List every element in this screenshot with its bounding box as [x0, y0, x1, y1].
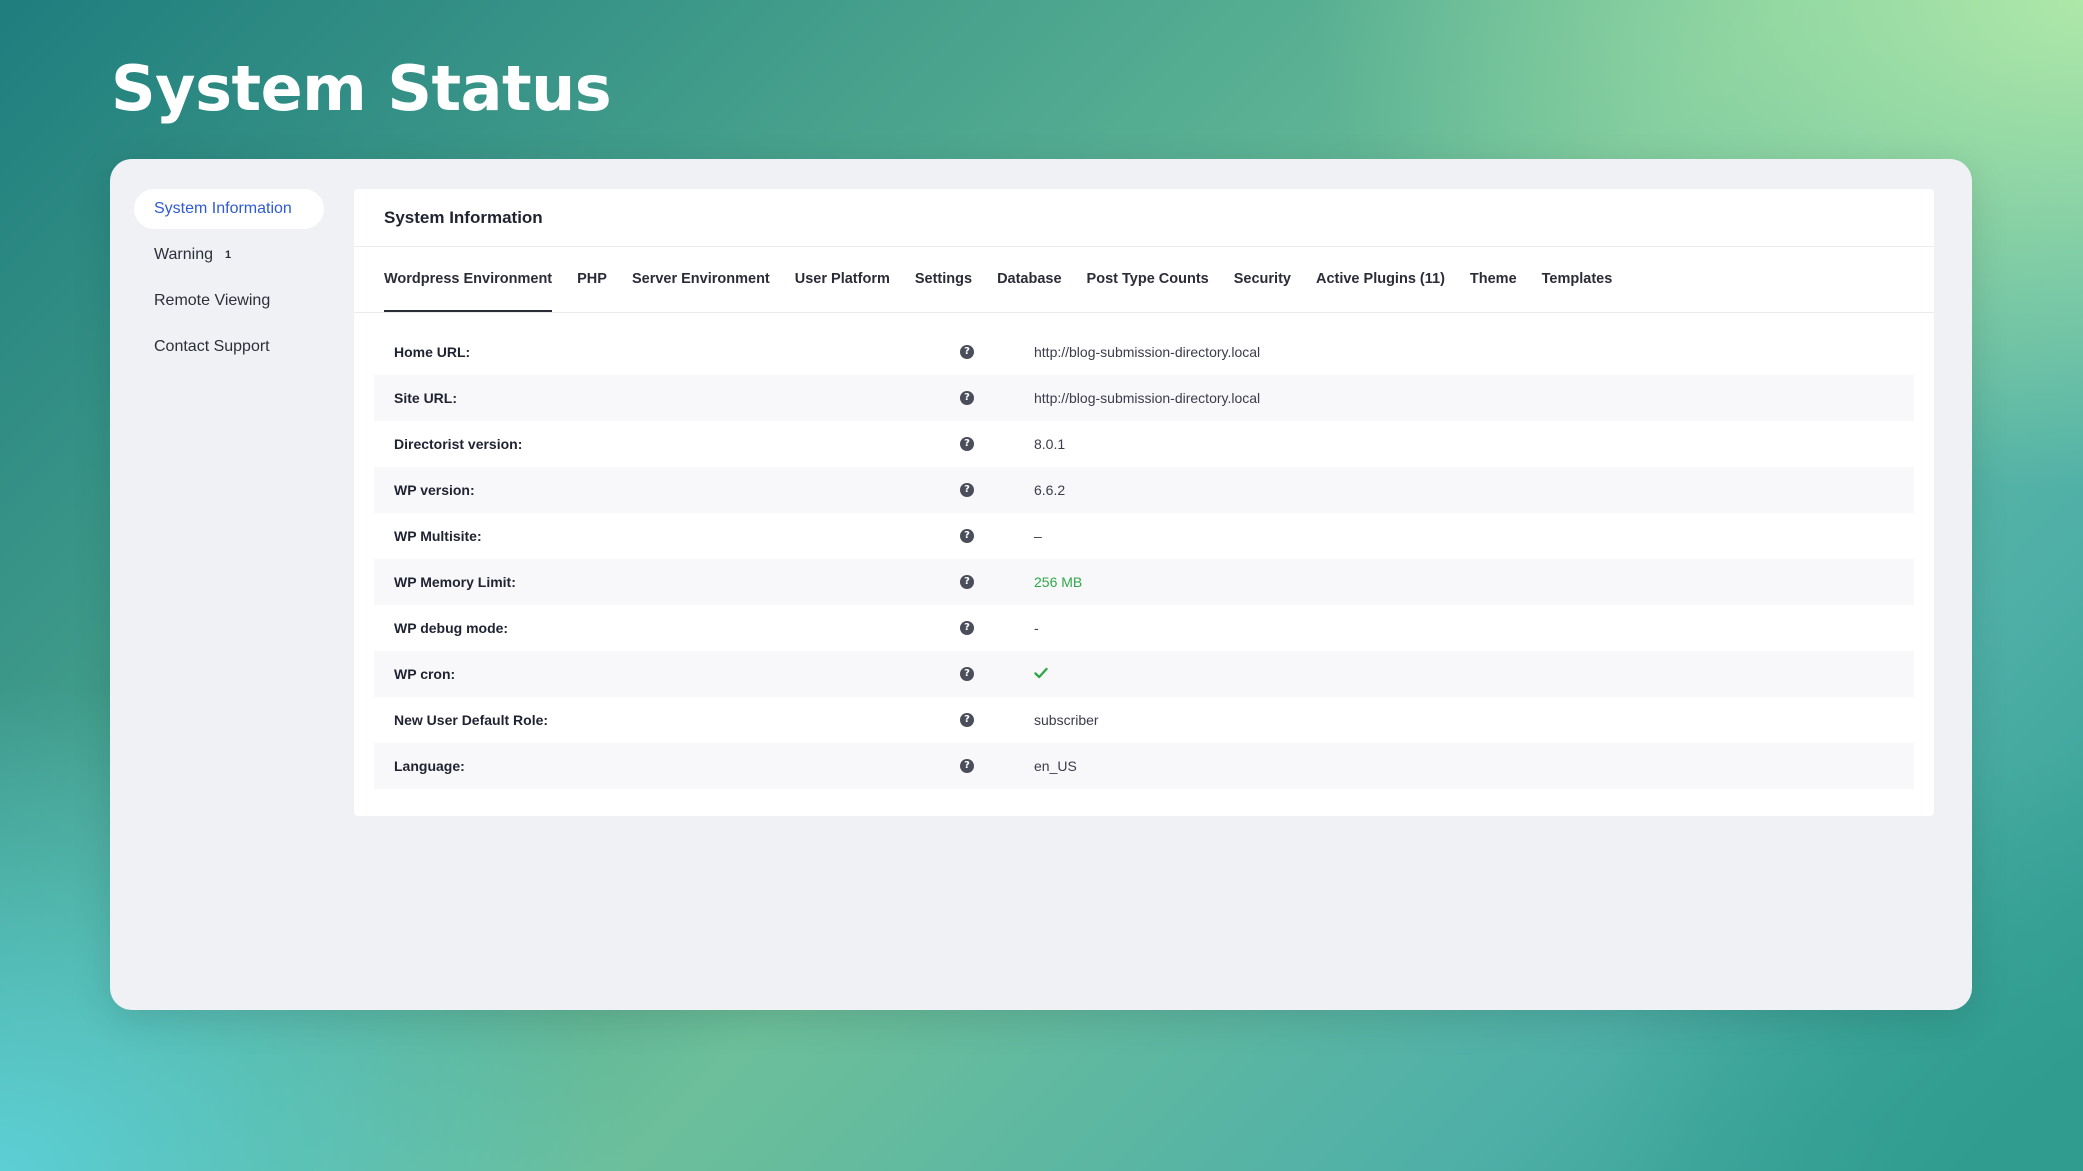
help-icon[interactable]: ?	[960, 759, 974, 773]
tab-database[interactable]: Database	[997, 247, 1061, 312]
row-label: Home URL:	[394, 344, 471, 360]
tab-wordpress-environment[interactable]: Wordpress Environment	[384, 247, 553, 312]
help-icon[interactable]: ?	[960, 391, 974, 405]
row-label: Language:	[394, 758, 465, 774]
table-row-site-url: Site URL: ? http://blog-submission-direc…	[374, 375, 1914, 421]
table-row-wp-multisite: WP Multisite: ? –	[374, 513, 1914, 559]
tab-theme[interactable]: Theme	[1470, 247, 1517, 312]
sidebar-item-label: Warning	[154, 246, 213, 263]
tab-server-environment[interactable]: Server Environment	[632, 247, 770, 312]
help-icon[interactable]: ?	[960, 483, 974, 497]
row-label: Directorist version:	[394, 436, 523, 452]
row-value: -	[1034, 620, 1039, 636]
table-row-wp-debug-mode: WP debug mode: ? -	[374, 605, 1914, 651]
row-value: en_US	[1034, 758, 1077, 774]
row-value: 256 MB	[1034, 574, 1083, 590]
row-value: –	[1034, 528, 1042, 544]
row-value: 6.6.2	[1034, 482, 1066, 498]
tab-bar: Wordpress Environment PHP Server Environ…	[354, 247, 1934, 313]
sidebar-item-system-information[interactable]: System Information	[134, 189, 324, 229]
row-label: Site URL:	[394, 390, 457, 406]
help-icon[interactable]: ?	[960, 713, 974, 727]
panel-title: System Information	[384, 207, 543, 227]
row-value: http://blog-submission-directory.local	[1034, 390, 1261, 406]
sidebar: System Information Warning 1 Remote View…	[134, 189, 324, 373]
table-row-directorist-version: Directorist version: ? 8.0.1	[374, 421, 1914, 467]
help-icon[interactable]: ?	[960, 621, 974, 635]
help-icon[interactable]: ?	[960, 575, 974, 589]
table-row-new-user-default-role: New User Default Role: ? subscriber	[374, 697, 1914, 743]
info-table: Home URL: ? http://blog-submission-direc…	[374, 329, 1914, 789]
sidebar-item-label: System Information	[154, 200, 292, 217]
help-icon[interactable]: ?	[960, 667, 974, 681]
row-label: WP cron:	[394, 666, 456, 682]
help-icon[interactable]: ?	[960, 529, 974, 543]
panel-header: System Information	[354, 189, 1934, 247]
row-value	[1014, 666, 1048, 683]
help-icon[interactable]: ?	[960, 437, 974, 451]
row-value: 8.0.1	[1034, 436, 1066, 452]
table-row-wp-version: WP version: ? 6.6.2	[374, 467, 1914, 513]
sidebar-item-warning[interactable]: Warning 1	[134, 235, 324, 275]
page-title: System Status	[111, 52, 612, 125]
row-label: WP version:	[394, 482, 475, 498]
tab-post-type-counts[interactable]: Post Type Counts	[1087, 247, 1209, 312]
tab-php[interactable]: PHP	[577, 247, 607, 312]
row-label: WP Multisite:	[394, 528, 482, 544]
tab-user-platform[interactable]: User Platform	[795, 247, 890, 312]
row-label: WP debug mode:	[394, 620, 509, 636]
table-row-home-url: Home URL: ? http://blog-submission-direc…	[374, 329, 1914, 375]
sidebar-item-label: Remote Viewing	[154, 292, 271, 309]
tab-security[interactable]: Security	[1234, 247, 1291, 312]
table-row-wp-cron: WP cron: ?	[374, 651, 1914, 697]
tab-active-plugins[interactable]: Active Plugins (11)	[1316, 247, 1445, 312]
system-status-card: System Information Warning 1 Remote View…	[110, 159, 1972, 1010]
sidebar-item-label: Contact Support	[154, 338, 270, 355]
tab-settings[interactable]: Settings	[915, 247, 972, 312]
row-value: subscriber	[1034, 712, 1099, 728]
system-information-panel: System Information Wordpress Environment…	[354, 189, 1934, 816]
row-label: WP Memory Limit:	[394, 574, 516, 590]
help-icon[interactable]: ?	[960, 345, 974, 359]
table-row-wp-memory-limit: WP Memory Limit: ? 256 MB	[374, 559, 1914, 605]
row-value: http://blog-submission-directory.local	[1034, 344, 1261, 360]
warning-count-badge: 1	[224, 249, 232, 261]
table-row-language: Language: ? en_US	[374, 743, 1914, 789]
check-icon	[1034, 667, 1048, 678]
sidebar-item-contact-support[interactable]: Contact Support	[134, 327, 324, 367]
row-label: New User Default Role:	[394, 712, 549, 728]
sidebar-item-remote-viewing[interactable]: Remote Viewing	[134, 281, 324, 321]
tab-templates[interactable]: Templates	[1542, 247, 1613, 312]
